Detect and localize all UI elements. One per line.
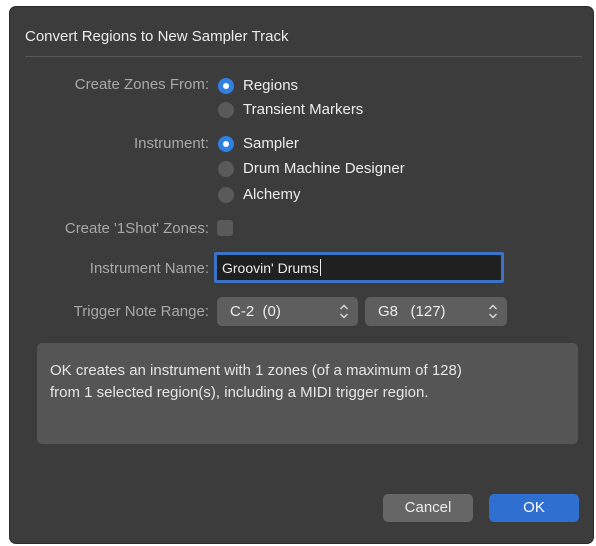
radio-regions-label: Regions: [243, 77, 299, 94]
radio-sampler[interactable]: Sampler: [218, 135, 299, 152]
radio-alchemy-label: Alchemy: [243, 186, 301, 203]
radio-button-icon[interactable]: [218, 101, 234, 118]
chevron-up-down-icon: [489, 304, 497, 319]
radio-button-icon[interactable]: [218, 160, 234, 177]
radio-regions[interactable]: Regions: [218, 77, 298, 94]
trigger-low-popup[interactable]: C-2 (0): [217, 297, 358, 326]
radio-sampler-label: Sampler: [243, 135, 299, 152]
info-text: OK creates an instrument with 1 zones (o…: [50, 360, 550, 404]
instrument-name-value: Groovin' Drums: [222, 260, 319, 276]
one-shot-checkbox[interactable]: [217, 220, 233, 236]
radio-transient-markers-label: Transient Markers: [243, 101, 364, 118]
trigger-note-range-label: Trigger Note Range:: [73, 303, 209, 320]
trigger-high-value: G8 (127): [378, 303, 446, 320]
trigger-high-popup[interactable]: G8 (127): [365, 297, 507, 326]
radio-button-selected-icon[interactable]: [218, 135, 234, 152]
trigger-low-value: C-2 (0): [230, 303, 281, 320]
create-zones-label: Create Zones From:: [74, 76, 209, 93]
title-separator: [25, 56, 582, 57]
instrument-label: Instrument:: [133, 135, 209, 152]
instrument-name-label: Instrument Name:: [89, 260, 209, 277]
dialog-title: Convert Regions to New Sampler Track: [25, 28, 289, 45]
one-shot-label: Create '1Shot' Zones:: [64, 220, 209, 237]
radio-transient-markers[interactable]: Transient Markers: [218, 101, 363, 118]
cancel-button[interactable]: Cancel: [383, 494, 473, 522]
info-line-2: from 1 selected region(s), including a M…: [50, 384, 429, 401]
instrument-name-field[interactable]: Groovin' Drums: [214, 252, 504, 283]
text-caret: [319, 259, 321, 276]
ok-button[interactable]: OK: [489, 494, 579, 522]
radio-drum-machine-designer-label: Drum Machine Designer: [243, 160, 405, 177]
radio-alchemy[interactable]: Alchemy: [218, 186, 301, 203]
chevron-up-down-icon: [340, 304, 348, 319]
radio-button-icon[interactable]: [218, 186, 234, 203]
radio-drum-machine-designer[interactable]: Drum Machine Designer: [218, 160, 405, 177]
info-line-1: OK creates an instrument with 1 zones (o…: [50, 362, 462, 379]
radio-button-selected-icon[interactable]: [218, 77, 234, 94]
